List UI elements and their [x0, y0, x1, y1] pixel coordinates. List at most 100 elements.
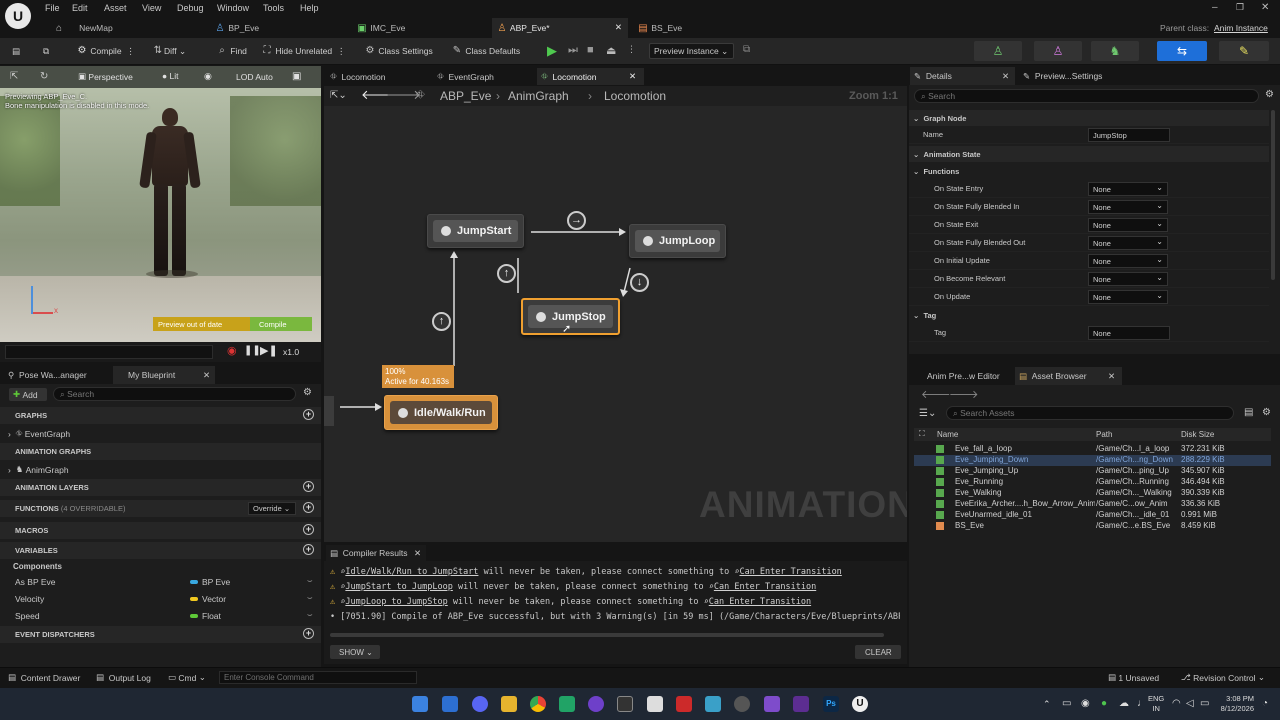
- microphone-icon[interactable]: ♩: [1137, 698, 1147, 709]
- preview-viewport[interactable]: ⇱ ↻ ▣ Perspective ● Lit ◉ LOD Auto ▣ Pre…: [0, 66, 321, 342]
- function-dropdown[interactable]: None ⌄: [1088, 290, 1168, 304]
- tab-bs-eve[interactable]: ▤ BS_Eve: [633, 18, 763, 38]
- warning-target-link[interactable]: Can Enter Transition: [739, 567, 841, 577]
- play-icon[interactable]: ▶: [547, 43, 557, 59]
- battery-icon[interactable]: ▭: [1200, 698, 1209, 709]
- variable-row[interactable]: Velocity Vector ⌣: [0, 591, 321, 608]
- tab-imc-eve[interactable]: ▣ IMC_Eve: [352, 18, 490, 38]
- cmd-dropdown[interactable]: ▭ Cmd ⌄: [168, 672, 206, 683]
- debug-filter-icon[interactable]: ⧉: [743, 44, 750, 55]
- details-scrollbar[interactable]: [1271, 110, 1275, 280]
- menu-edit[interactable]: Edit: [72, 3, 88, 13]
- close-window-icon[interactable]: ✕: [1261, 2, 1269, 13]
- record-icon[interactable]: ◉: [227, 344, 237, 357]
- anim-layers-section-header[interactable]: ANIMATION LAYERS +: [0, 479, 321, 496]
- menu-file[interactable]: File: [45, 3, 60, 13]
- tag-category[interactable]: ⌄ Tag: [909, 308, 1269, 324]
- variable-row[interactable]: As BP Eve BP Eve ⌣: [0, 574, 321, 591]
- close-tab-icon[interactable]: ✕: [203, 370, 210, 381]
- asset-row[interactable]: BS_Eve/Game/C...e.BS_Eve 8.459 KiB: [914, 521, 1271, 532]
- mesh-mode-icon[interactable]: ♙: [1034, 41, 1082, 61]
- output-log-button[interactable]: ▤ Output Log: [96, 672, 151, 683]
- console-command-input[interactable]: Enter Console Command: [219, 671, 417, 684]
- details-search-input[interactable]: ⌕ Search: [914, 89, 1259, 103]
- viewport-options-icon[interactable]: ⇱: [10, 71, 18, 82]
- tab-bp-eve[interactable]: ♙ BP_Eve: [208, 18, 338, 38]
- step-forward-icon[interactable]: ▶❚: [260, 344, 278, 357]
- graphs-section-header[interactable]: GRAPHS +: [0, 407, 321, 424]
- find-button[interactable]: ⌕ Find: [216, 45, 247, 57]
- tab-graph-locomotion-active[interactable]: ⛗ Locomotion ✕: [537, 68, 644, 85]
- close-tab-icon[interactable]: ✕: [629, 71, 636, 82]
- blueprint-search-input[interactable]: ⌕ Search: [53, 387, 296, 401]
- content-drawer-button[interactable]: ▤ Content Drawer: [8, 672, 80, 683]
- volume-icon[interactable]: ◁: [1186, 698, 1194, 709]
- transform-icon[interactable]: ↻: [40, 71, 48, 82]
- tab-pose-watch-manager[interactable]: ⚲ Pose Wa...anager: [0, 366, 112, 384]
- warning-source-link[interactable]: JumpStart to JumpLoop: [345, 582, 452, 592]
- tab-graph-locomotion[interactable]: ⛗ Locomotion: [326, 68, 426, 85]
- transition-rule-icon[interactable]: ↓: [630, 273, 649, 292]
- state-node-jumpstart[interactable]: JumpStart: [427, 214, 524, 248]
- perspective-dropdown[interactable]: ▣ Perspective: [78, 71, 133, 82]
- notifications-icon[interactable]: ◔: [1262, 698, 1268, 709]
- function-dropdown[interactable]: None ⌄: [1088, 182, 1168, 196]
- animation-state-category[interactable]: ⌄ Animation State: [909, 146, 1269, 162]
- wifi-icon[interactable]: ◠: [1172, 698, 1181, 709]
- camera-options-icon[interactable]: ▣: [292, 71, 301, 82]
- animation-mode-icon[interactable]: ♞: [1091, 41, 1139, 61]
- app-icon[interactable]: [647, 696, 663, 712]
- functions-category[interactable]: ⌄ Functions: [909, 164, 1269, 180]
- column-name[interactable]: Name: [937, 430, 958, 439]
- close-tab-icon[interactable]: ✕: [414, 548, 421, 559]
- asset-row[interactable]: Eve_fall_a_loop/Game/Ch...l_a_loop 372.23…: [914, 444, 1271, 455]
- transition-rule-icon[interactable]: ↑: [497, 264, 516, 283]
- terminal-icon[interactable]: [617, 696, 633, 712]
- tab-anim-preview-editor[interactable]: Anim Pre...w Editor: [915, 367, 1013, 385]
- variable-row[interactable]: Speed Float ⌣: [0, 608, 321, 625]
- menu-debug[interactable]: Debug: [177, 3, 204, 13]
- column-size[interactable]: Disk Size: [1181, 430, 1214, 439]
- hide-unrelated-button[interactable]: ⛶ Hide Unrelated ⋮: [261, 45, 346, 57]
- eventgraph-item[interactable]: › ⛗ EventGraph: [8, 428, 70, 439]
- clock[interactable]: 3:08 PM 8/12/2026: [1214, 694, 1254, 714]
- tab-details[interactable]: ✎ Details ✕: [910, 67, 1015, 85]
- transition-rule-icon[interactable]: ↑: [432, 312, 451, 331]
- state-node-jumploop[interactable]: JumpLoop: [629, 224, 726, 258]
- macros-section-header[interactable]: MACROS +: [0, 522, 321, 539]
- transition-rule-icon[interactable]: →: [567, 211, 586, 230]
- lod-dropdown[interactable]: LOD Auto: [236, 72, 273, 82]
- close-tab-icon[interactable]: ✕: [1108, 371, 1115, 382]
- asset-row-selected[interactable]: Eve_Jumping_Down/Game/Ch...ng_Down 288.22…: [914, 455, 1271, 466]
- asset-row[interactable]: EveErika_Archer....h_Bow_Arrow_Anim/Game…: [914, 499, 1271, 510]
- physics-mode-icon[interactable]: ✎: [1219, 41, 1269, 61]
- compile-button[interactable]: ⚙ Compile ⋮: [76, 45, 135, 57]
- visibility-icon[interactable]: ⌣: [307, 575, 313, 586]
- minimize-icon[interactable]: –: [1212, 2, 1218, 13]
- add-variable-icon[interactable]: +: [303, 544, 314, 555]
- function-dropdown[interactable]: None ⌄: [1088, 272, 1168, 286]
- excel-icon[interactable]: [559, 696, 575, 712]
- app-icon[interactable]: [793, 696, 809, 712]
- more-icon[interactable]: ⋮: [337, 46, 346, 57]
- function-dropdown[interactable]: None ⌄: [1088, 254, 1168, 268]
- visibility-icon[interactable]: ⌣: [307, 592, 313, 603]
- photoshop-icon[interactable]: Ps: [823, 696, 839, 712]
- unreal-logo-icon[interactable]: U: [5, 3, 31, 29]
- column-options-icon[interactable]: ⛶: [919, 429, 925, 439]
- discord-icon[interactable]: [472, 696, 488, 712]
- tab-graph-eventgraph[interactable]: ⛗ EventGraph: [433, 68, 533, 85]
- add-macro-icon[interactable]: +: [303, 524, 314, 535]
- tab-preview-settings[interactable]: ✎ Preview...Settings: [1019, 67, 1129, 85]
- menu-view[interactable]: View: [142, 3, 161, 13]
- state-node-idle-walk-run[interactable]: Idle/Walk/Run: [384, 395, 498, 430]
- tray-icon[interactable]: ●: [1101, 698, 1107, 709]
- lit-dropdown[interactable]: ● Lit: [162, 71, 179, 81]
- filter-icon[interactable]: ☰⌄: [919, 408, 936, 419]
- asset-search-input[interactable]: ⌕ Search Assets: [946, 406, 1234, 420]
- settings-gear-icon[interactable]: ⚙: [303, 387, 312, 398]
- app-icon[interactable]: [676, 696, 692, 712]
- tray-icon[interactable]: ☁: [1119, 698, 1129, 709]
- skeleton-mode-icon[interactable]: ♙: [974, 41, 1022, 61]
- asset-row[interactable]: Eve_Jumping_Up/Game/Ch...ping_Up 345.907 …: [914, 466, 1271, 477]
